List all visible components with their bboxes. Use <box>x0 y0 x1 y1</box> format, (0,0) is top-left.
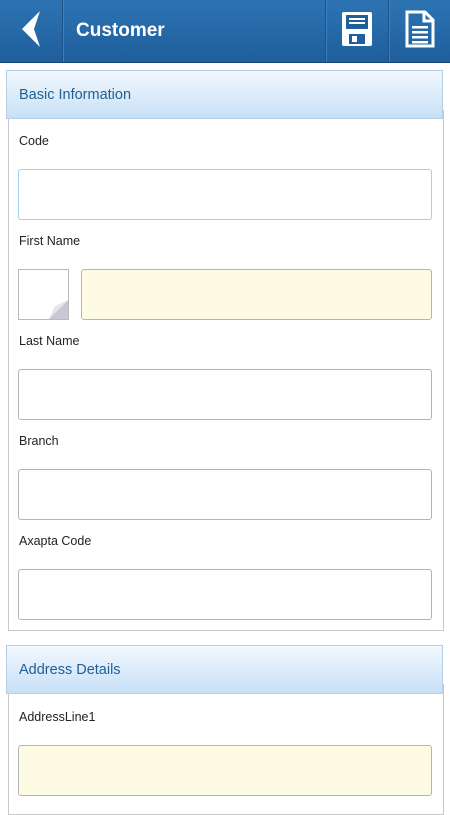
document-button[interactable] <box>388 0 450 62</box>
address-line1-label: AddressLine1 <box>19 710 96 724</box>
last-name-input[interactable] <box>18 369 432 420</box>
address-details-header: Address Details <box>6 645 443 694</box>
floppy-disk-icon <box>341 11 373 52</box>
back-button[interactable] <box>0 0 63 62</box>
code-input[interactable] <box>18 169 432 220</box>
back-chevron-icon <box>18 9 44 54</box>
first-name-label: First Name <box>19 234 81 248</box>
page-title: Customer <box>76 20 165 41</box>
top-app-bar: Customer <box>0 0 450 63</box>
branch-input[interactable] <box>18 469 432 520</box>
basic-information-header: Basic Information <box>6 70 443 119</box>
save-button[interactable] <box>325 0 388 62</box>
address-line1-input[interactable] <box>18 745 432 796</box>
last-name-label: Last Name <box>19 334 80 348</box>
document-icon <box>405 10 435 53</box>
axapta-code-label: Axapta Code <box>19 534 92 548</box>
branch-label: Branch <box>19 434 59 448</box>
photo-thumbnail[interactable] <box>18 269 69 320</box>
axapta-code-input[interactable] <box>18 569 432 620</box>
first-name-input[interactable] <box>81 269 432 320</box>
code-label: Code <box>19 134 49 148</box>
